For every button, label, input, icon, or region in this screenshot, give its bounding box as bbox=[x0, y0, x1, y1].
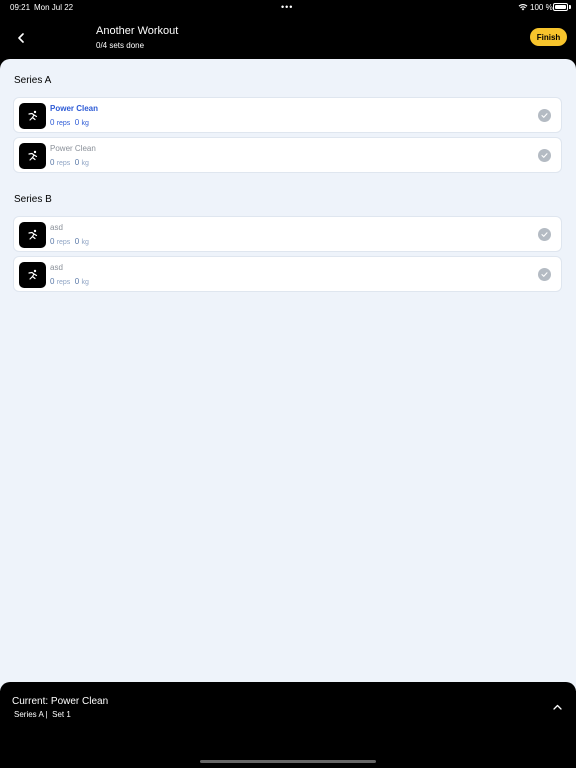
exercise-stats: 0 reps 0 kg bbox=[50, 277, 89, 286]
battery-percent: 100 % bbox=[530, 3, 553, 12]
battery-tip bbox=[569, 5, 571, 9]
exercise-card[interactable]: Power Clean 0 reps 0 kg bbox=[13, 97, 562, 133]
checkmark-icon[interactable] bbox=[538, 268, 551, 281]
current-exercise-title: Current: Power Clean bbox=[12, 696, 109, 707]
weight-value: 0 bbox=[74, 118, 80, 127]
exercise-name: asd bbox=[50, 223, 63, 232]
checkmark-icon[interactable] bbox=[538, 149, 551, 162]
weight-unit: kg bbox=[81, 160, 89, 167]
exercise-figure-icon bbox=[19, 103, 46, 129]
status-bar: 09:21 Mon Jul 22 ••• 100 % bbox=[0, 0, 576, 14]
exercise-figure-icon bbox=[19, 143, 46, 169]
status-time: 09:21 bbox=[10, 3, 31, 12]
current-separator: | bbox=[45, 710, 48, 719]
reps-value: 0 bbox=[50, 158, 55, 167]
weight-value: 0 bbox=[74, 158, 80, 167]
exercise-stats: 0 reps 0 kg bbox=[50, 237, 89, 246]
progress-subtitle: 0/4 sets done bbox=[96, 41, 145, 50]
weight-unit: kg bbox=[81, 279, 89, 286]
checkmark-icon[interactable] bbox=[538, 109, 551, 122]
exercise-name: Power Clean bbox=[50, 144, 96, 153]
battery-icon bbox=[553, 3, 568, 11]
exercise-stats: 0 reps 0 kg bbox=[50, 158, 89, 167]
reps-value: 0 bbox=[50, 237, 55, 246]
current-set: Set 1 bbox=[52, 710, 71, 719]
exercise-card[interactable]: asd 0 reps 0 kg bbox=[13, 256, 562, 292]
reps-unit: reps bbox=[56, 160, 71, 167]
reps-unit: reps bbox=[56, 120, 71, 127]
checkmark-icon[interactable] bbox=[538, 228, 551, 241]
exercise-figure-icon bbox=[19, 222, 46, 248]
exercise-figure-icon bbox=[19, 262, 46, 288]
chevron-left-icon bbox=[18, 33, 24, 43]
reps-value: 0 bbox=[50, 118, 55, 127]
header: Another Workout 0/4 sets done Finish bbox=[0, 14, 576, 59]
status-date: Mon Jul 22 bbox=[34, 3, 74, 12]
reps-value: 0 bbox=[50, 277, 55, 286]
multitasking-dots-icon[interactable]: ••• bbox=[281, 2, 293, 12]
current-exercise-bar[interactable]: Current: Power Clean Series A | Set 1 bbox=[0, 682, 576, 768]
current-set-info: Series A | Set 1 bbox=[14, 710, 71, 719]
reps-unit: reps bbox=[56, 239, 71, 246]
finish-button[interactable]: Finish bbox=[530, 28, 567, 46]
current-series: Series A bbox=[14, 710, 44, 719]
exercise-card[interactable]: asd 0 reps 0 kg bbox=[13, 216, 562, 252]
expand-button[interactable] bbox=[550, 700, 564, 714]
weight-value: 0 bbox=[74, 277, 80, 286]
weight-value: 0 bbox=[74, 237, 80, 246]
page-title: Another Workout bbox=[96, 25, 179, 37]
wifi-icon bbox=[518, 4, 528, 11]
home-indicator[interactable] bbox=[200, 760, 376, 763]
exercise-stats: 0 reps 0 kg bbox=[50, 118, 89, 127]
exercise-card[interactable]: Power Clean 0 reps 0 kg bbox=[13, 137, 562, 173]
series-title: Series A bbox=[14, 75, 52, 86]
workout-content[interactable]: Series A Power Clean 0 reps 0 kg Power C… bbox=[0, 59, 576, 691]
back-button[interactable] bbox=[10, 27, 32, 49]
exercise-name: Power Clean bbox=[50, 104, 99, 113]
exercise-name: asd bbox=[50, 263, 63, 272]
weight-unit: kg bbox=[81, 120, 89, 127]
weight-unit: kg bbox=[81, 239, 89, 246]
series-title: Series B bbox=[14, 194, 52, 205]
reps-unit: reps bbox=[56, 279, 71, 286]
chevron-up-icon bbox=[552, 704, 562, 710]
